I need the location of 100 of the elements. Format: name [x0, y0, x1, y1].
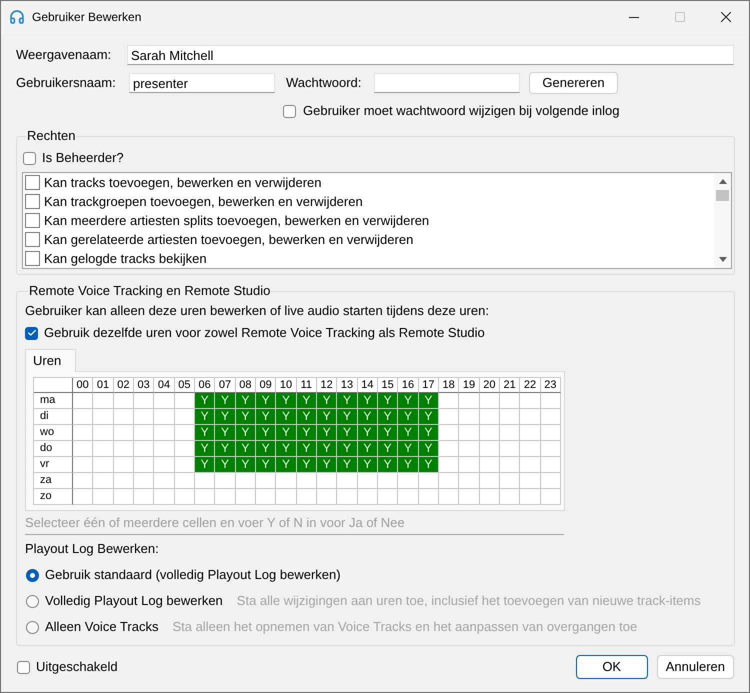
grid-cell[interactable]: [459, 473, 480, 489]
grid-cell[interactable]: [500, 409, 520, 425]
grid-cell[interactable]: [358, 489, 378, 505]
tab[interactable]: Uren: [25, 349, 76, 372]
grid-cell[interactable]: [154, 409, 175, 425]
grid-cell[interactable]: [459, 409, 480, 425]
grid-cell[interactable]: [540, 441, 561, 457]
grid-cell[interactable]: [195, 489, 216, 505]
grid-cell[interactable]: [73, 441, 94, 457]
radio-button[interactable]: [26, 594, 39, 608]
grid-cell[interactable]: Y: [256, 457, 276, 473]
grid-cell[interactable]: Y: [236, 425, 256, 441]
grid-cell[interactable]: [540, 393, 561, 409]
radio-button[interactable]: [26, 568, 39, 582]
grid-cell[interactable]: [93, 473, 114, 489]
grid-cell[interactable]: Y: [358, 441, 378, 457]
grid-cell[interactable]: [337, 473, 358, 489]
grid-cell[interactable]: [215, 473, 236, 489]
checkbox[interactable]: [25, 213, 40, 228]
grid-cell[interactable]: [296, 473, 317, 489]
grid-cell[interactable]: Y: [398, 393, 419, 409]
grid-cell[interactable]: Y: [398, 409, 419, 425]
grid-cell[interactable]: Y: [296, 441, 317, 457]
grid-cell[interactable]: [520, 425, 541, 441]
grid-cell[interactable]: [520, 457, 541, 473]
grid-cell[interactable]: [174, 425, 195, 441]
grid-cell[interactable]: [480, 425, 500, 441]
grid-cell[interactable]: Y: [215, 425, 236, 441]
scrollbar-thumb[interactable]: [716, 190, 729, 201]
grid-cell[interactable]: Y: [337, 425, 358, 441]
grid-cell[interactable]: [418, 489, 439, 505]
grid-cell[interactable]: [236, 473, 256, 489]
grid-cell[interactable]: [93, 409, 114, 425]
grid-cell[interactable]: [540, 425, 561, 441]
grid-cell[interactable]: Y: [418, 393, 439, 409]
grid-cell[interactable]: [520, 409, 541, 425]
grid-cell[interactable]: Y: [276, 441, 297, 457]
grid-cell[interactable]: [500, 473, 520, 489]
grid-cell[interactable]: Y: [195, 457, 216, 473]
grid-cell[interactable]: Y: [378, 441, 398, 457]
grid-cell[interactable]: Y: [276, 393, 297, 409]
grid-cell[interactable]: Y: [215, 457, 236, 473]
grid-cell[interactable]: [378, 489, 398, 505]
grid-cell[interactable]: [93, 393, 114, 409]
grid-cell[interactable]: Y: [358, 457, 378, 473]
grid-cell[interactable]: [276, 489, 297, 505]
grid-cell[interactable]: [154, 457, 175, 473]
password-field[interactable]: [374, 73, 520, 93]
grid-cell[interactable]: [134, 489, 154, 505]
grid-cell[interactable]: Y: [398, 457, 419, 473]
grid-cell[interactable]: Y: [296, 425, 317, 441]
scroll-up-icon[interactable]: [718, 179, 726, 184]
grid-cell[interactable]: [236, 489, 256, 505]
grid-cell[interactable]: [540, 473, 561, 489]
grid-cell[interactable]: [73, 409, 94, 425]
grid-cell[interactable]: [500, 441, 520, 457]
grid-cell[interactable]: [459, 441, 480, 457]
grid-cell[interactable]: [154, 425, 175, 441]
grid-cell[interactable]: [439, 441, 460, 457]
dialog-button[interactable]: Annuleren: [656, 655, 734, 679]
grid-cell[interactable]: Y: [337, 457, 358, 473]
grid-cell[interactable]: [480, 441, 500, 457]
grid-cell[interactable]: [256, 489, 276, 505]
grid-cell[interactable]: [520, 473, 541, 489]
list-item[interactable]: Kan trackgroepen toevoegen, bewerken en verwijderen: [44, 194, 363, 210]
grid-cell[interactable]: Y: [317, 409, 338, 425]
grid-cell[interactable]: Y: [378, 457, 398, 473]
grid-cell[interactable]: Y: [256, 425, 276, 441]
grid-cell[interactable]: Y: [378, 409, 398, 425]
grid-cell[interactable]: Y: [337, 441, 358, 457]
grid-cell[interactable]: [114, 409, 134, 425]
list-item[interactable]: Kan tracks toevoegen, bewerken en verwijderen: [44, 174, 322, 190]
grid-cell[interactable]: Y: [317, 457, 338, 473]
grid-cell[interactable]: [174, 441, 195, 457]
grid-cell[interactable]: Y: [337, 393, 358, 409]
grid-cell[interactable]: [174, 457, 195, 473]
grid-cell[interactable]: Y: [358, 393, 378, 409]
grid-cell[interactable]: [256, 473, 276, 489]
grid-cell[interactable]: [154, 441, 175, 457]
grid-cell[interactable]: Y: [195, 441, 216, 457]
grid-cell[interactable]: Y: [236, 409, 256, 425]
grid-cell[interactable]: Y: [398, 441, 419, 457]
grid-cell[interactable]: [459, 457, 480, 473]
grid-cell[interactable]: Y: [317, 441, 338, 457]
grid-cell[interactable]: Y: [215, 409, 236, 425]
grid-cell[interactable]: Y: [296, 409, 317, 425]
checkbox[interactable]: [283, 104, 296, 118]
grid-cell[interactable]: [215, 489, 236, 505]
grid-cell[interactable]: [540, 457, 561, 473]
grid-cell[interactable]: [154, 489, 175, 505]
grid-cell[interactable]: [174, 393, 195, 409]
grid-cell[interactable]: [418, 473, 439, 489]
grid-cell[interactable]: [459, 393, 480, 409]
grid-cell[interactable]: [296, 489, 317, 505]
grid-cell[interactable]: [439, 425, 460, 441]
grid-cell[interactable]: [317, 489, 338, 505]
checkbox[interactable]: [17, 660, 30, 674]
grid-cell[interactable]: [174, 409, 195, 425]
grid-cell[interactable]: [480, 473, 500, 489]
generate-button[interactable]: Genereren: [529, 72, 618, 94]
